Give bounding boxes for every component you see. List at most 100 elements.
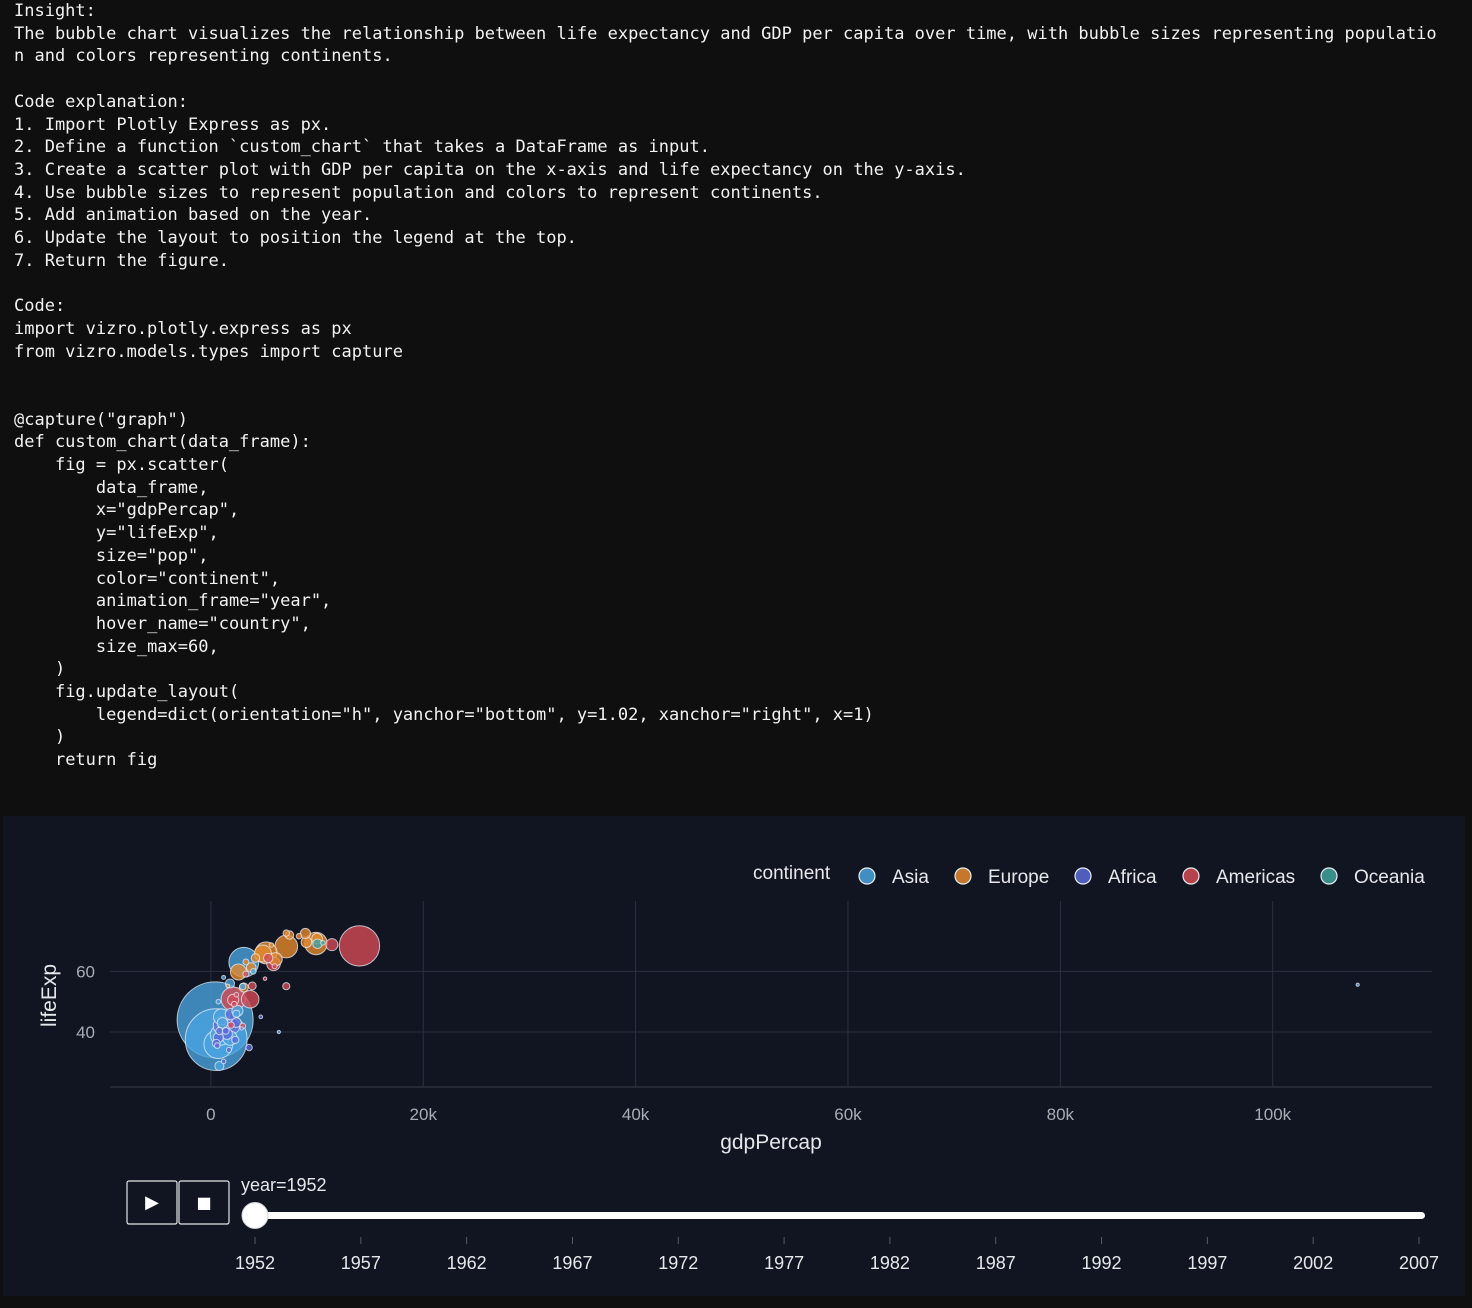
- bubble-europe[interactable]: [250, 953, 261, 963]
- text-line: x="gdpPercap",: [14, 500, 240, 521]
- slider-year-label[interactable]: 1967: [552, 1253, 592, 1273]
- text-line: The bubble chart visualizes the relation…: [14, 23, 1437, 44]
- slider-track[interactable]: [249, 1212, 1425, 1219]
- slider-year-label[interactable]: 1987: [976, 1253, 1016, 1273]
- slider-year-label[interactable]: 2002: [1293, 1253, 1333, 1273]
- bubble-africa[interactable]: [225, 1046, 232, 1053]
- legend-item-europe[interactable]: Europe: [954, 867, 1049, 888]
- stop-button[interactable]: ■: [178, 1180, 230, 1225]
- text-line: hover_name="country",: [14, 613, 311, 634]
- bubble-europe[interactable]: [268, 942, 275, 948]
- bubble-americas[interactable]: [262, 976, 268, 981]
- stop-icon: ■: [196, 1193, 211, 1212]
- x-tick-label: 80k: [1047, 1105, 1075, 1124]
- slider-handle[interactable]: [241, 1202, 269, 1229]
- y-axis-title: lifeExp: [38, 964, 61, 1027]
- slider-year-label[interactable]: 1962: [447, 1253, 487, 1273]
- bubble-americas[interactable]: [263, 952, 274, 964]
- text-line: 6. Update the layout to position the leg…: [14, 228, 577, 249]
- text-line: def custom_chart(data_frame):: [14, 432, 311, 453]
- slider-year-label[interactable]: 1997: [1187, 1253, 1227, 1273]
- x-axis-title: gdpPercap: [720, 1131, 822, 1154]
- bubble-americas[interactable]: [247, 981, 257, 991]
- y-tick-label: 40: [76, 1023, 95, 1042]
- text-line: fig = px.scatter(: [14, 455, 229, 475]
- bubble-africa[interactable]: [239, 1026, 244, 1031]
- play-icon: ▶: [145, 1192, 159, 1213]
- bubble-asia[interactable]: [216, 1017, 229, 1029]
- x-tick-label: 20k: [410, 1105, 438, 1124]
- bubble-americas[interactable]: [227, 1021, 235, 1029]
- bubble-americas[interactable]: [230, 1000, 238, 1008]
- bubble-layer[interactable]: [176, 925, 1360, 1072]
- text-line: Code explanation:: [14, 91, 188, 112]
- animation-slider[interactable]: ▶ ■ year=1952 1952 1957 1962 1967 1972 1977 1982 1…: [126, 1175, 1439, 1273]
- slider-current-value: year=1952: [241, 1175, 327, 1195]
- text-line: data_frame,: [14, 477, 209, 498]
- text-line: 1. Import Plotly Express as px.: [14, 114, 332, 135]
- legend-label: Americas: [1216, 867, 1295, 888]
- slider-year-label[interactable]: 1992: [1082, 1253, 1122, 1273]
- legend-label: Asia: [892, 867, 929, 888]
- legend-item-asia[interactable]: Asia: [858, 867, 929, 888]
- bubble-africa[interactable]: [258, 1014, 264, 1020]
- text-line: import vizro.plotly.express as px: [14, 318, 352, 339]
- bubble-asia[interactable]: [250, 968, 257, 975]
- legend-swatch: [954, 867, 972, 885]
- bubble-americas[interactable]: [271, 963, 278, 970]
- bubble-europe[interactable]: [282, 929, 290, 937]
- text-line: Insight:: [14, 1, 96, 21]
- x-tick-label: 40k: [622, 1105, 650, 1124]
- text-line: [14, 68, 1464, 91]
- bubble-europe[interactable]: [225, 983, 231, 989]
- bubble-oceania[interactable]: [320, 940, 326, 946]
- bubble-americas[interactable]: [325, 938, 339, 952]
- text-line: size_max=60,: [14, 636, 219, 657]
- slider-year-label[interactable]: 1977: [764, 1253, 804, 1273]
- bubble-africa[interactable]: [221, 1026, 230, 1035]
- legend-item-americas[interactable]: Americas: [1182, 867, 1295, 888]
- bubble-asia[interactable]: [1355, 982, 1360, 987]
- x-tick-label: 60k: [834, 1105, 862, 1124]
- text-line: animation_frame="year",: [14, 591, 332, 612]
- legend-item-oceania[interactable]: Oceania: [1320, 867, 1425, 888]
- bubble-americas[interactable]: [233, 991, 240, 998]
- bubble-europe[interactable]: [295, 932, 303, 940]
- bubble-asia[interactable]: [215, 998, 222, 1005]
- slider-year-label[interactable]: 1982: [870, 1253, 910, 1273]
- bubble-africa[interactable]: [231, 1035, 240, 1044]
- bubble-asia[interactable]: [221, 974, 227, 980]
- slider-year-label[interactable]: 1957: [341, 1253, 381, 1273]
- bubble-americas[interactable]: [338, 925, 381, 967]
- bubble-europe[interactable]: [242, 958, 250, 966]
- play-button[interactable]: ▶: [126, 1180, 178, 1225]
- legend-swatch: [1074, 867, 1092, 885]
- text-line: n and colors representing continents.: [14, 46, 393, 67]
- bubble-americas[interactable]: [242, 970, 250, 978]
- text-line: 3. Create a scatter plot with GDP per ca…: [14, 159, 966, 180]
- bubble-africa[interactable]: [245, 1043, 253, 1052]
- bubble-africa[interactable]: [220, 1058, 227, 1065]
- legend-swatch: [858, 867, 876, 885]
- legend-label: Oceania: [1354, 867, 1425, 888]
- text-line: 4. Use bubble sizes to represent populat…: [14, 182, 823, 203]
- legend-item-africa[interactable]: Africa: [1074, 867, 1157, 888]
- bubble-asia[interactable]: [276, 1029, 281, 1035]
- bubble-asia[interactable]: [232, 1009, 241, 1018]
- slider-year-label[interactable]: 1972: [658, 1253, 698, 1273]
- slider-year-label[interactable]: 1952: [235, 1253, 275, 1273]
- bubble-americas[interactable]: [240, 989, 260, 1009]
- text-line: Code:: [14, 296, 66, 317]
- bubble-africa[interactable]: [213, 1042, 221, 1049]
- text-line: ): [14, 727, 66, 748]
- x-tick-label: 0: [206, 1105, 215, 1124]
- x-tick-label: 100k: [1254, 1105, 1291, 1124]
- bubble-americas[interactable]: [282, 982, 291, 991]
- text-line: color="continent",: [14, 568, 281, 589]
- text-line: 7. Return the figure.: [14, 250, 229, 271]
- text-line: [14, 272, 1464, 295]
- bubble-asia[interactable]: [239, 982, 247, 991]
- slider-year-label[interactable]: 2007: [1399, 1253, 1439, 1273]
- legend[interactable]: continent Asia Europe Africa Americas Oceania: [753, 863, 1425, 888]
- legend-swatch: [1182, 867, 1200, 885]
